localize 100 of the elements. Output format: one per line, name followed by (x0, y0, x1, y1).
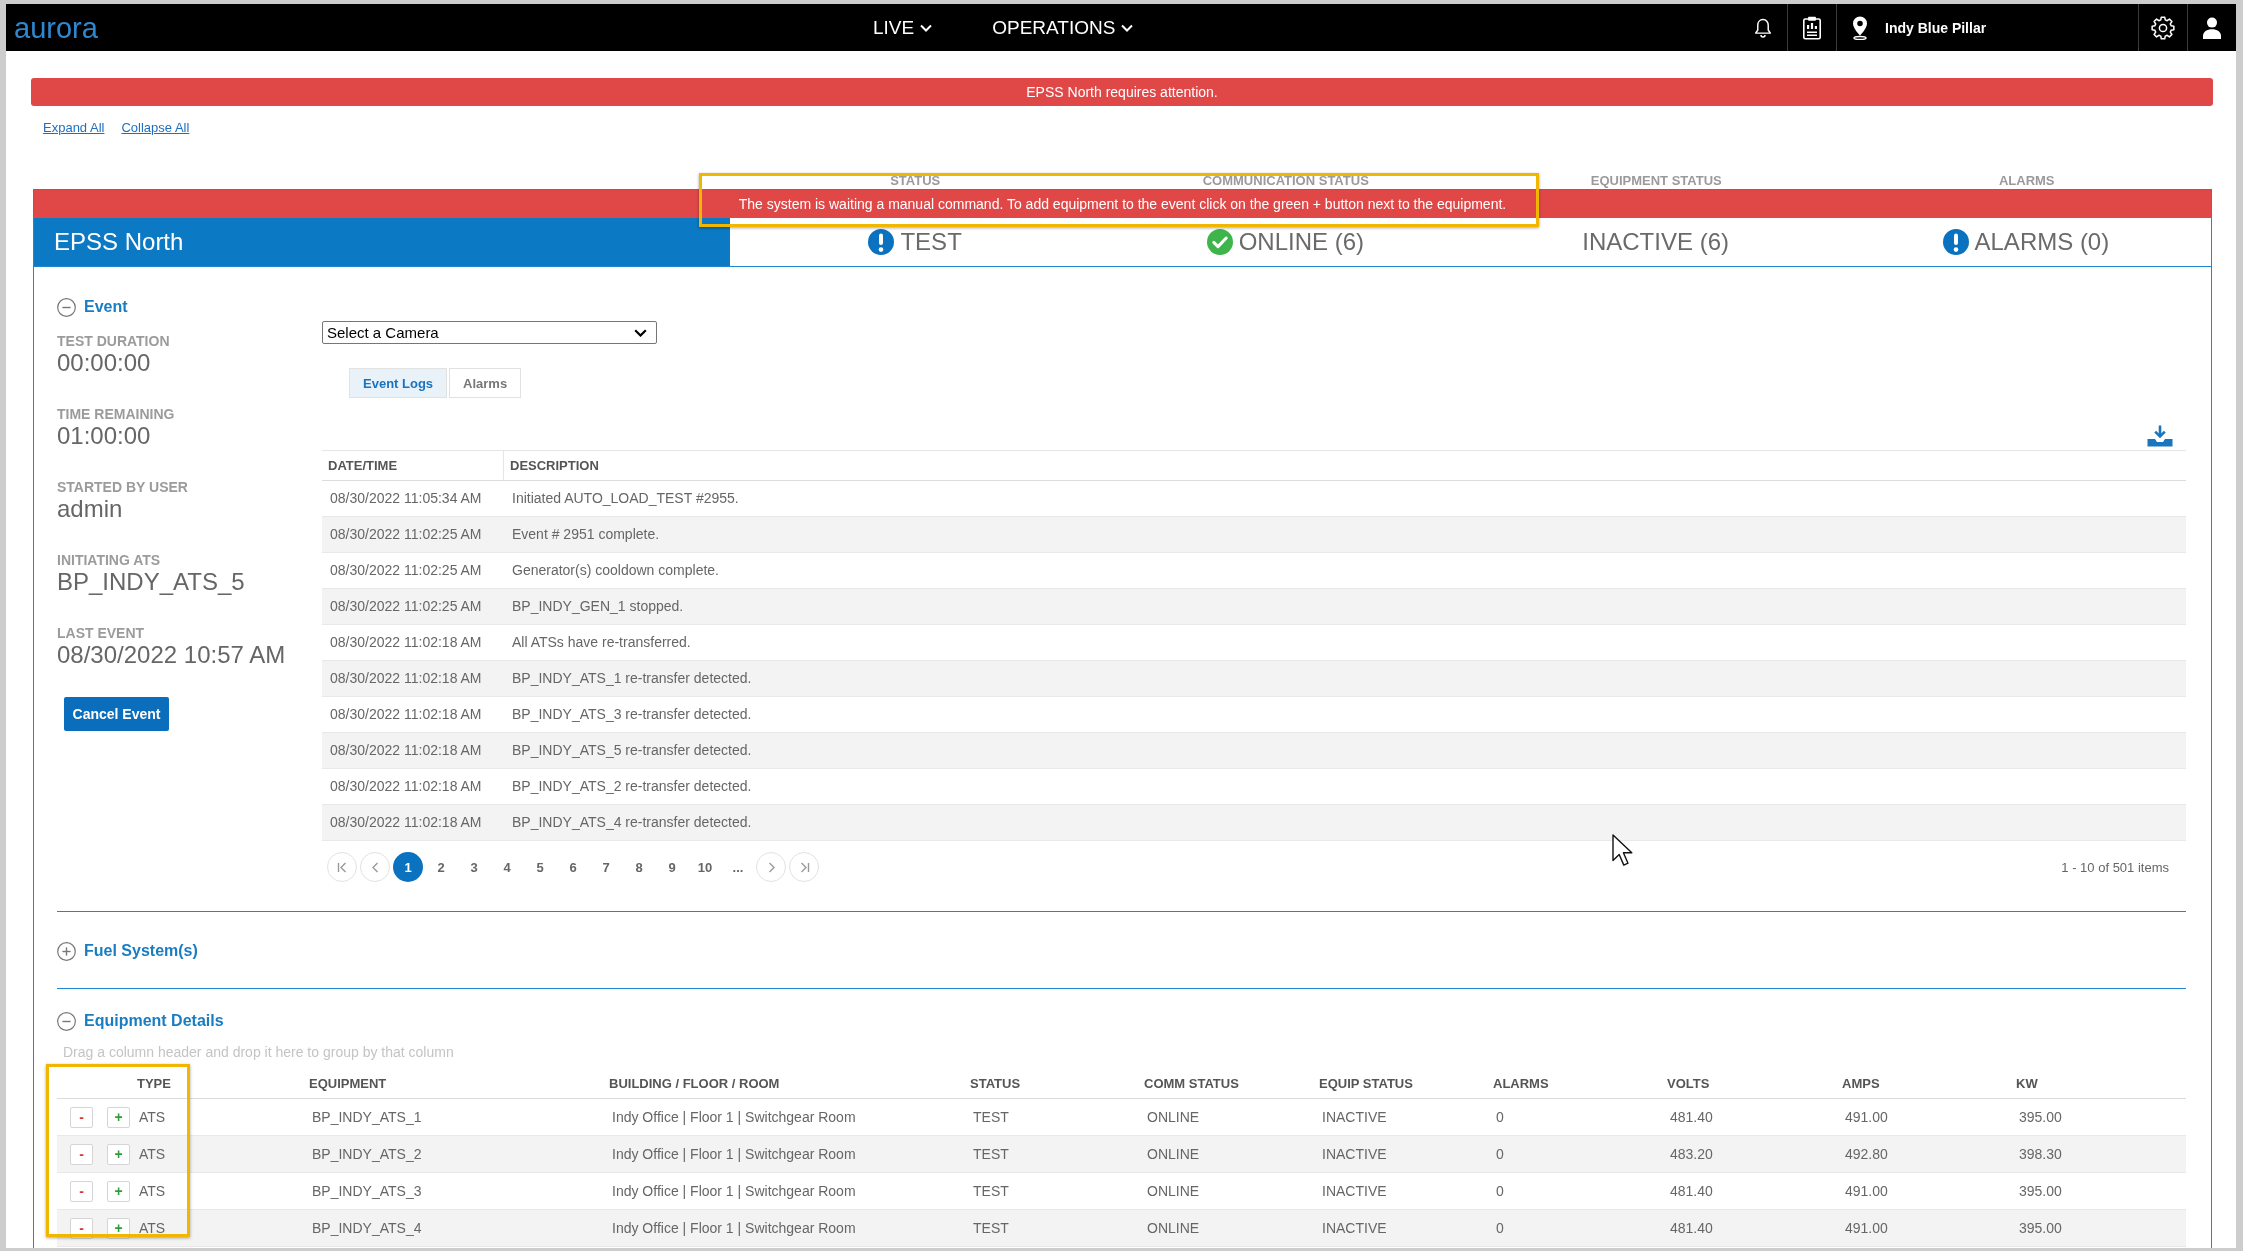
column-header[interactable]: DESCRIPTION (504, 451, 2186, 480)
table-cell-text: 491.00 (1844, 1108, 1889, 1127)
camera-select[interactable]: Select a Camera (322, 321, 657, 344)
clipboard-chart-icon[interactable] (1802, 15, 1822, 40)
field-label: INITIATING ATS (57, 553, 161, 567)
table-cell-text: BP_INDY_ATS_5 re-transfer detected. (511, 741, 753, 760)
section-title[interactable]: Fuel System(s) (84, 941, 198, 961)
plus-circle-icon[interactable] (57, 941, 76, 961)
status-value: TEST (900, 228, 962, 256)
cancel-button[interactable]: Cancel Event (64, 697, 169, 731)
table-cell-text: BP_INDY_ATS_2 (311, 1145, 423, 1164)
chevron-left-icon (369, 861, 381, 873)
page-button[interactable]: 10 (690, 852, 720, 882)
minus-circle-icon[interactable] (57, 297, 76, 317)
warning-banner: The system is waiting a manual command. To add equipment to the event click on the green + button next to the equipment. (34, 190, 2211, 218)
table-cell-text: INACTIVE (1321, 1219, 1388, 1238)
table-cell-text: BP_INDY_ATS_4 re-transfer detected. (511, 813, 753, 832)
remove-button[interactable]: - (70, 1106, 93, 1128)
table-cell-text: 395.00 (2018, 1219, 2063, 1238)
tab[interactable]: Event Logs (349, 368, 448, 398)
status-heading: COMMUNICATION STATUS (1202, 173, 1369, 189)
alert-banner: EPSS North requires attention. (31, 78, 2213, 106)
table-cell-text: 08/30/2022 11:02:25 AM (329, 525, 483, 544)
table-cell-text: BP_INDY_ATS_3 re-transfer detected. (511, 705, 753, 724)
tab[interactable]: Alarms (449, 368, 522, 398)
table-cell-text: 0 (1495, 1108, 1505, 1127)
table-cell-text: 08/30/2022 11:02:18 AM (329, 741, 483, 760)
table-cell-text: Indy Office | Floor 1 | Switchgear Room (611, 1108, 857, 1127)
column-header[interactable]: STATUS (967, 1069, 1141, 1098)
table-cell-text: 483.20 (1669, 1145, 1714, 1164)
table-cell-text: BP_INDY_GEN_1 stopped. (511, 597, 685, 616)
table-cell-text: 08/30/2022 11:02:18 AM (329, 669, 483, 688)
page-button[interactable]: 7 (591, 852, 621, 882)
field-value: 08/30/2022 10:57 AM (57, 642, 286, 668)
checkmark-icon (1206, 229, 1233, 255)
column-header[interactable]: TYPE (57, 1069, 306, 1098)
app-logo[interactable]: aurora (14, 11, 98, 44)
table-cell-text: INACTIVE (1321, 1108, 1388, 1127)
page-button[interactable]: 3 (459, 852, 489, 882)
add-button[interactable]: + (107, 1217, 130, 1239)
exclamation-icon (868, 229, 895, 255)
column-header[interactable]: ALARMS (1490, 1069, 1664, 1098)
minus-circle-icon[interactable] (57, 1011, 76, 1031)
status-heading: STATUS (890, 173, 941, 189)
more-pages-button[interactable]: ... (723, 852, 753, 882)
table-cell-text: 481.40 (1669, 1108, 1714, 1127)
page-button[interactable]: 9 (657, 852, 687, 882)
table-cell-text: TEST (972, 1145, 1010, 1164)
group-hint: Drag a column header and drop it here to group by that column (63, 1044, 454, 1060)
nav-menu[interactable]: LIVE (873, 4, 933, 51)
add-button[interactable]: + (107, 1180, 130, 1202)
first-page-icon (336, 861, 348, 873)
table-cell-text: 398.30 (2018, 1145, 2063, 1164)
table-cell-text: Indy Office | Floor 1 | Switchgear Room (611, 1219, 857, 1238)
download-icon[interactable] (2147, 425, 2173, 447)
table-cell-text: 0 (1495, 1182, 1505, 1201)
column-header[interactable]: BUILDING / FLOOR / ROOM (606, 1069, 967, 1098)
table-cell-text: 08/30/2022 11:02:18 AM (329, 705, 483, 724)
text-link[interactable]: Collapse All (121, 120, 190, 136)
table-cell-text: 491.00 (1844, 1182, 1889, 1201)
column-header[interactable]: KW (2013, 1069, 2186, 1098)
column-header[interactable]: COMM STATUS (1141, 1069, 1316, 1098)
table-cell-text: TEST (972, 1219, 1010, 1238)
page-button[interactable]: 4 (492, 852, 522, 882)
page-button[interactable]: 2 (426, 852, 456, 882)
add-button[interactable]: + (107, 1106, 130, 1128)
section-title[interactable]: Event (84, 297, 128, 317)
add-button[interactable]: + (107, 1143, 130, 1165)
page-button[interactable]: 8 (624, 852, 654, 882)
column-header[interactable]: EQUIPMENT (306, 1069, 606, 1098)
table-cell-text: BP_INDY_ATS_1 re-transfer detected. (511, 669, 753, 688)
table-cell-text: 0 (1495, 1145, 1505, 1164)
site-selector[interactable]: Indy Blue Pillar (1836, 4, 2138, 51)
user-icon[interactable] (2202, 16, 2222, 39)
remove-button[interactable]: - (70, 1143, 93, 1165)
remove-button[interactable]: - (70, 1217, 93, 1239)
column-header[interactable]: AMPS (1839, 1069, 2013, 1098)
page-button[interactable]: 5 (525, 852, 555, 882)
status-heading: EQUIPMENT STATUS (1590, 173, 1722, 189)
remove-button[interactable]: - (70, 1180, 93, 1202)
text-link[interactable]: Expand All (43, 120, 105, 136)
site-title: EPSS North (34, 218, 730, 266)
column-header[interactable]: EQUIP STATUS (1316, 1069, 1490, 1098)
field-label: TEST DURATION (57, 334, 170, 348)
column-header[interactable]: VOLTS (1664, 1069, 1839, 1098)
pager-summary: 1 - 10 of 501 items (2061, 859, 2169, 875)
table-cell-text: 395.00 (2018, 1108, 2063, 1127)
section-title[interactable]: Equipment Details (84, 1011, 224, 1031)
nav-menu[interactable]: OPERATIONS (992, 4, 1134, 51)
status-value: INACTIVE (6) (1582, 228, 1729, 256)
table-cell-text: 08/30/2022 11:05:34 AM (329, 489, 483, 508)
table-cell: ATS (139, 1145, 166, 1163)
table-cell-text: BP_INDY_ATS_3 (311, 1182, 423, 1201)
status-heading: ALARMS (1998, 173, 2055, 189)
table-cell-text: BP_INDY_ATS_4 (311, 1219, 423, 1238)
settings-icon[interactable] (2151, 15, 2175, 40)
column-header[interactable]: DATE/TIME (322, 451, 504, 480)
field-value: BP_INDY_ATS_5 (57, 569, 245, 595)
page-button[interactable]: 1 (393, 852, 423, 882)
page-button[interactable]: 6 (558, 852, 588, 882)
